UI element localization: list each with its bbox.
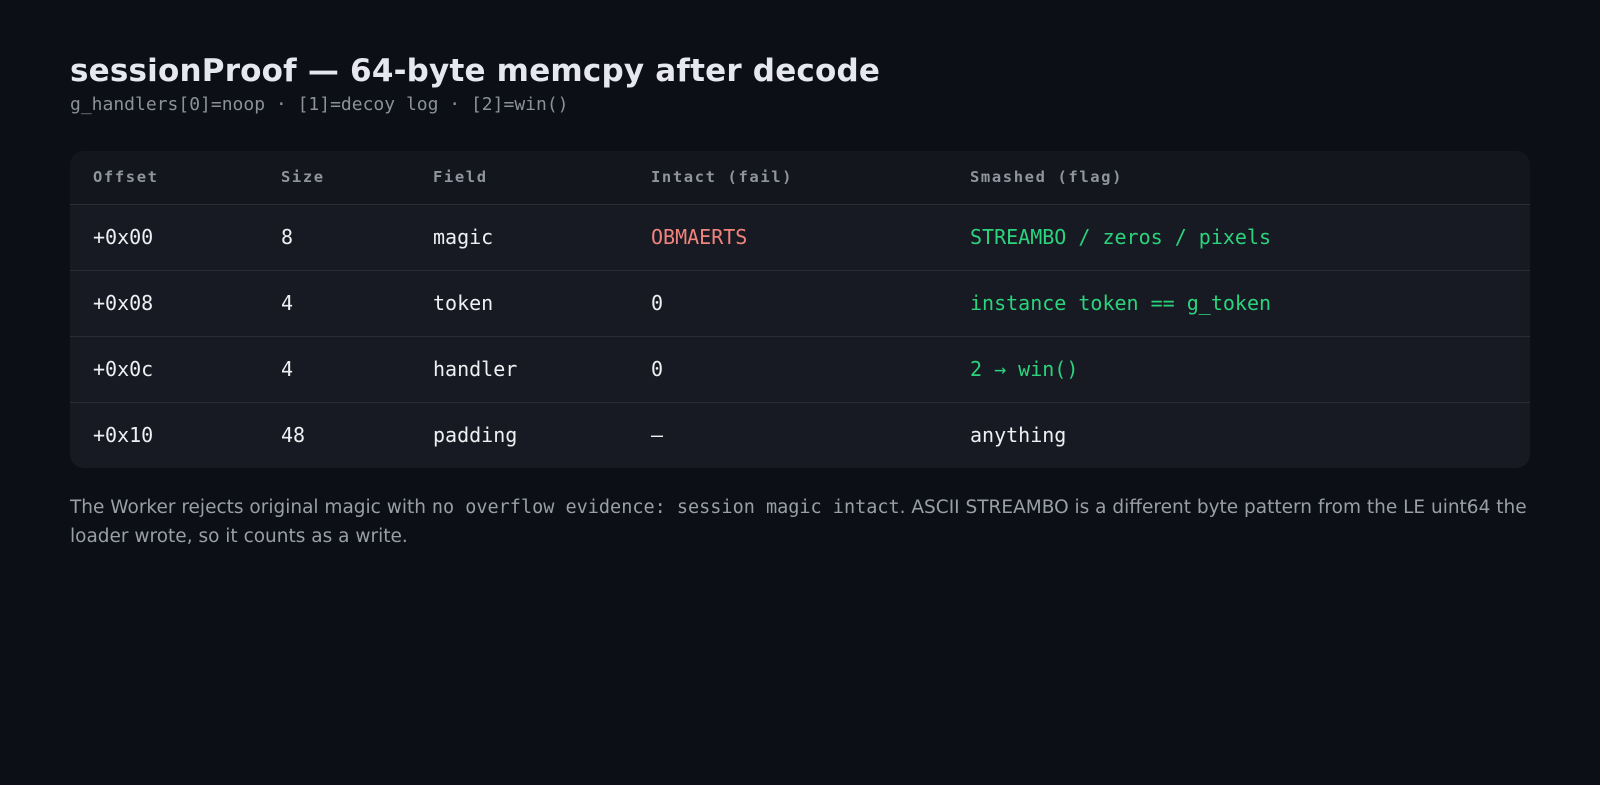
cell-size: 4 <box>258 336 410 403</box>
footnote-text-before: The Worker rejects original magic with <box>70 497 432 518</box>
cell-size: 48 <box>281 423 306 448</box>
column-header-intact: Intact (fail) <box>628 151 947 205</box>
column-header-field: Field <box>410 151 628 205</box>
table-row: +0x00 8 magic OBMAERTS STREAMBO / zeros … <box>70 204 1530 271</box>
cell-offset: +0x08 <box>70 270 258 337</box>
page-title: sessionProof — 64-byte memcpy after deco… <box>70 53 881 89</box>
footnote-error-code: no overflow evidence: session magic inta… <box>431 497 900 518</box>
table-row: +0x10 48 padding — anything <box>70 402 1530 468</box>
table-header-row: Offset Size Field Intact (fail) Smashed … <box>70 151 1530 205</box>
column-header-size: Size <box>258 151 410 205</box>
layout-table-card: Offset Size Field Intact (fail) Smashed … <box>70 151 1530 468</box>
cell-offset: +0x10 <box>93 423 154 448</box>
cell-offset: +0x0c <box>70 336 258 403</box>
table-row: +0x08 4 token 0 instance token == g_toke… <box>70 270 1530 337</box>
footnote: The Worker rejects original magic with n… <box>70 493 1532 551</box>
cell-intact: 0 <box>628 336 947 403</box>
cell-intact: OBMAERTS <box>628 204 947 271</box>
cell-intact: 0 <box>628 270 947 337</box>
page-subtitle: g_handlers[0]=noop · [1]=decoy log · [2]… <box>70 94 569 115</box>
cell-size: 8 <box>258 204 410 271</box>
cell-field: handler <box>410 336 628 403</box>
cell-smashed: STREAMBO / zeros / pixels <box>947 204 1530 271</box>
layout-table: Offset Size Field Intact (fail) Smashed … <box>70 151 1530 468</box>
cell-smashed: anything <box>970 423 1067 448</box>
cell-intact: — <box>651 423 664 448</box>
cell-size: 4 <box>258 270 410 337</box>
page: sessionProof — 64-byte memcpy after deco… <box>0 0 1600 785</box>
column-header-smashed: Smashed (flag) <box>947 151 1530 205</box>
cell-offset: +0x00 <box>70 204 258 271</box>
table-row: +0x0c 4 handler 0 2 → win() <box>70 336 1530 403</box>
column-header-offset: Offset <box>70 151 258 205</box>
cell-field: token <box>410 270 628 337</box>
cell-field: magic <box>410 204 628 271</box>
cell-smashed: instance token == g_token <box>947 270 1530 337</box>
cell-field: padding <box>433 423 518 448</box>
cell-smashed: 2 → win() <box>947 336 1530 403</box>
